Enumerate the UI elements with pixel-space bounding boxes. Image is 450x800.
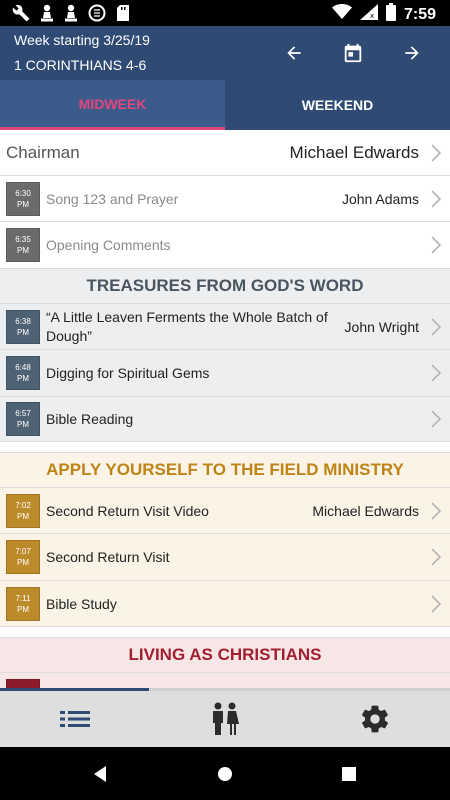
item-title: Bible Reading	[46, 411, 134, 427]
recents-icon[interactable]	[336, 761, 362, 787]
item-title: Second Return Visit	[46, 549, 170, 565]
chairman-row[interactable]: Chairman Michael Edwards	[0, 130, 450, 176]
chevron-right-icon	[431, 548, 442, 566]
week-label: Week starting 3/25/19	[14, 32, 150, 48]
meeting-schedule-list[interactable]: Chairman Michael Edwards 6:30 PM Song 12…	[0, 130, 450, 690]
item-title: Digging for Spiritual Gems	[46, 365, 210, 381]
bottom-navigation	[0, 691, 450, 747]
chevron-right-icon	[431, 189, 442, 208]
battery-icon	[385, 3, 396, 26]
signal-icon: x	[359, 4, 378, 25]
chevron-right-icon	[431, 317, 442, 336]
time-badge: 6:38 PM	[6, 309, 40, 344]
data-saver-icon	[88, 4, 106, 27]
chevron-right-icon	[431, 594, 442, 613]
item-assignee: Michael Edwards	[312, 502, 419, 519]
time-badge: 6:30 PM	[6, 181, 40, 216]
arrow-back-icon[interactable]	[280, 39, 308, 67]
list-icon	[60, 711, 90, 727]
chairman-label: Chairman	[6, 142, 80, 162]
time-badge: 7:02 PM	[6, 493, 40, 528]
section-header-field-ministry: APPLY YOURSELF TO THE FIELD MINISTRY	[0, 453, 450, 488]
meeting-tabs: MIDWEEK WEEKEND	[0, 80, 450, 130]
calendar-icon[interactable]	[339, 39, 367, 67]
bible-reading-label: 1 CORINTHIANS 4-6	[14, 57, 147, 73]
item-title: Song 123 and Prayer	[46, 190, 179, 207]
home-icon[interactable]	[212, 761, 238, 787]
item-title: Second Return Visit Video	[46, 502, 209, 519]
wifi-icon	[331, 4, 352, 25]
tab-weekend[interactable]: WEEKEND	[225, 80, 450, 130]
chess-pawn-icon	[40, 4, 54, 27]
item-assignee: John Adams	[341, 190, 419, 207]
clock: 7:59	[403, 5, 436, 23]
settings-icon	[362, 705, 388, 733]
item-assignee: John Wright	[344, 318, 419, 335]
nav-settings[interactable]	[300, 691, 450, 747]
app-bar: Week starting 3/25/19 1 CORINTHIANS 4-6	[0, 26, 450, 80]
list-item[interactable]: 6:30 PM Song 123 and Prayer John Adams	[0, 176, 450, 222]
system-navigation-bar	[0, 747, 450, 800]
chevron-right-icon	[431, 501, 442, 520]
item-title: Opening Comments	[46, 237, 171, 253]
section-divider	[0, 442, 450, 453]
chevron-right-icon	[431, 236, 442, 254]
time-badge: 7:11 PM	[6, 586, 40, 621]
chevron-right-icon	[431, 410, 442, 428]
time-badge: 7:07 PM	[6, 540, 40, 574]
item-title: “A Little Leaven Ferments the Whole Batc…	[46, 308, 328, 344]
section-header-living-as-christians: LIVING AS CHRISTIANS	[0, 638, 450, 673]
list-item[interactable]: 7:07 PM Second Return Visit	[0, 534, 450, 581]
nav-people[interactable]	[150, 691, 300, 747]
chairman-name: Michael Edwards	[289, 142, 419, 162]
list-item[interactable]: 6:48 PM Digging for Spiritual Gems	[0, 350, 450, 397]
time-badge: 6:48 PM	[6, 356, 40, 390]
time-badge: 6:57 PM	[6, 402, 40, 436]
wrench-icon	[12, 4, 30, 27]
people-icon	[213, 702, 239, 735]
back-icon[interactable]	[87, 761, 113, 787]
chevron-right-icon	[431, 143, 442, 162]
sd-card-icon	[116, 4, 130, 27]
item-title: Bible Study	[46, 595, 117, 612]
chess-pawn-icon	[64, 4, 78, 27]
list-item[interactable]: 6:57 PM Bible Reading	[0, 397, 450, 442]
list-item[interactable]: 6:38 PM “A Little Leaven Ferments the Wh…	[0, 304, 450, 350]
list-item[interactable]: 7:02 PM Second Return Visit Video Michae…	[0, 488, 450, 534]
nav-schedule[interactable]	[0, 691, 150, 747]
list-item[interactable]: 6:35 PM Opening Comments	[0, 222, 450, 269]
chevron-right-icon	[431, 364, 442, 382]
tab-midweek[interactable]: MIDWEEK	[0, 80, 225, 130]
status-bar: x 7:59	[0, 0, 450, 26]
arrow-forward-icon[interactable]	[398, 39, 426, 67]
list-item[interactable]: 7:11 PM Bible Study	[0, 581, 450, 627]
time-badge: 6:35 PM	[6, 228, 40, 262]
section-header-treasures: TREASURES FROM GOD'S WORD	[0, 269, 450, 304]
section-divider	[0, 627, 450, 638]
svg-text:x: x	[370, 12, 374, 20]
